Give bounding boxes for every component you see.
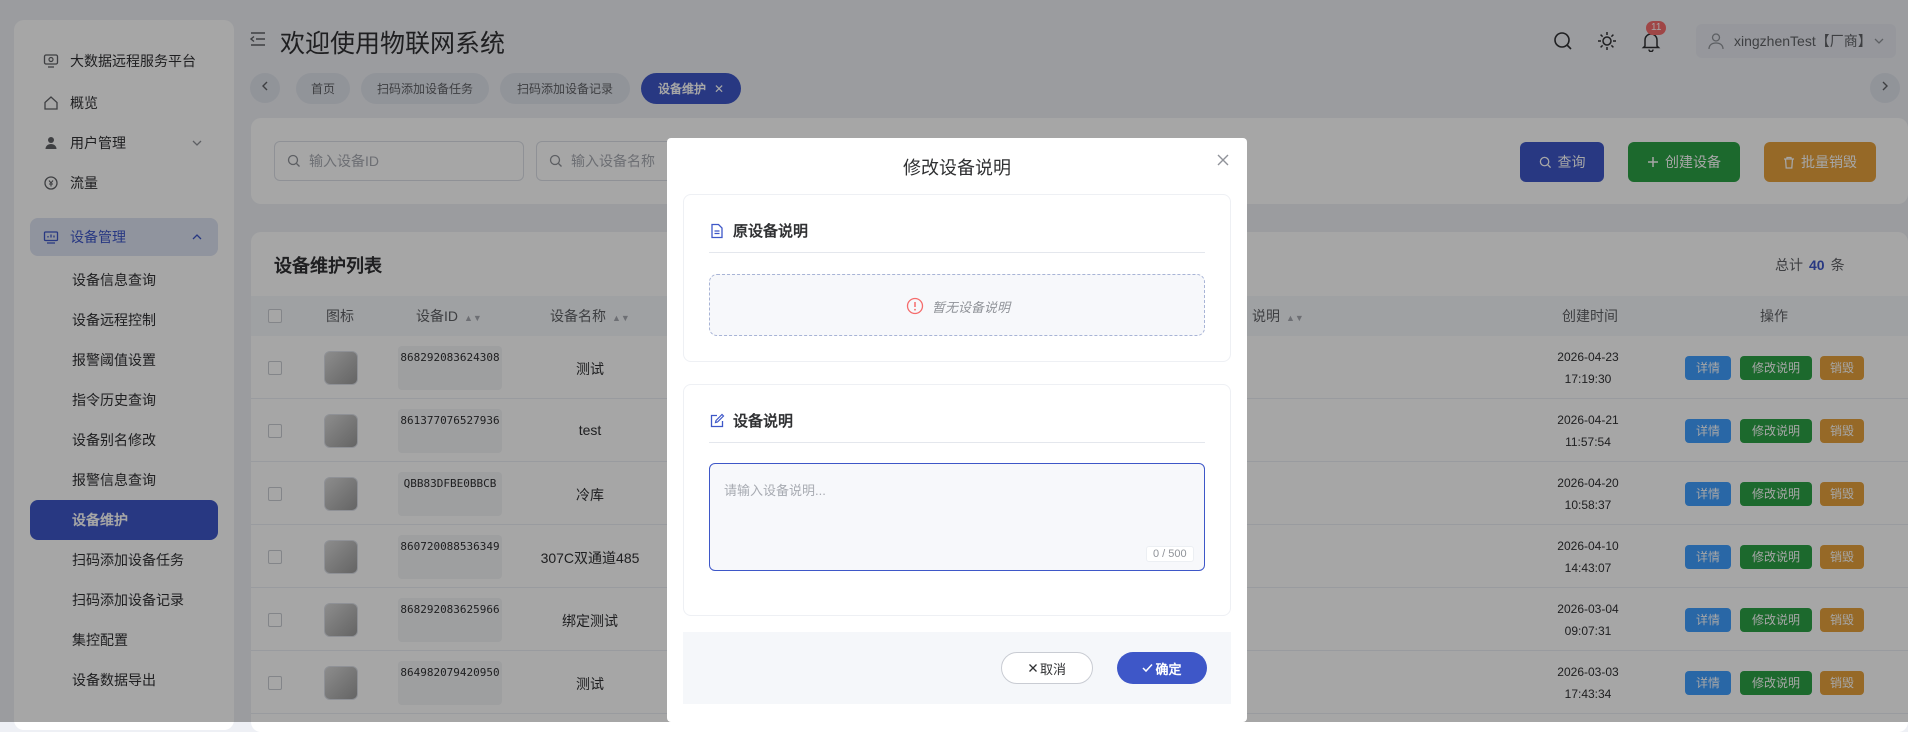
edit-description-dialog: 修改设备说明 原设备说明 暂无设备说明 设备说明 请输入设备说明... 取消 确… [667, 138, 1247, 722]
character-counter: 0 / 500 [1146, 546, 1194, 562]
original-description-heading: 原设备说明 [709, 220, 808, 241]
close-icon[interactable] [1215, 152, 1231, 168]
divider [709, 442, 1205, 443]
empty-description-box: 暂无设备说明 [709, 274, 1205, 336]
description-textarea[interactable]: 请输入设备说明... [709, 463, 1205, 571]
check-icon [1142, 663, 1154, 673]
empty-text: 暂无设备说明 [931, 299, 1010, 315]
cancel-button[interactable]: 取消 [1001, 652, 1093, 684]
warning-circle-icon [906, 297, 924, 315]
description-heading: 设备说明 [709, 410, 793, 431]
confirm-button[interactable]: 确定 [1117, 652, 1207, 684]
divider [709, 252, 1205, 253]
edit-icon [709, 413, 725, 429]
dialog-title: 修改设备说明 [903, 158, 1011, 178]
document-icon [709, 223, 725, 239]
close-icon [1028, 663, 1038, 673]
